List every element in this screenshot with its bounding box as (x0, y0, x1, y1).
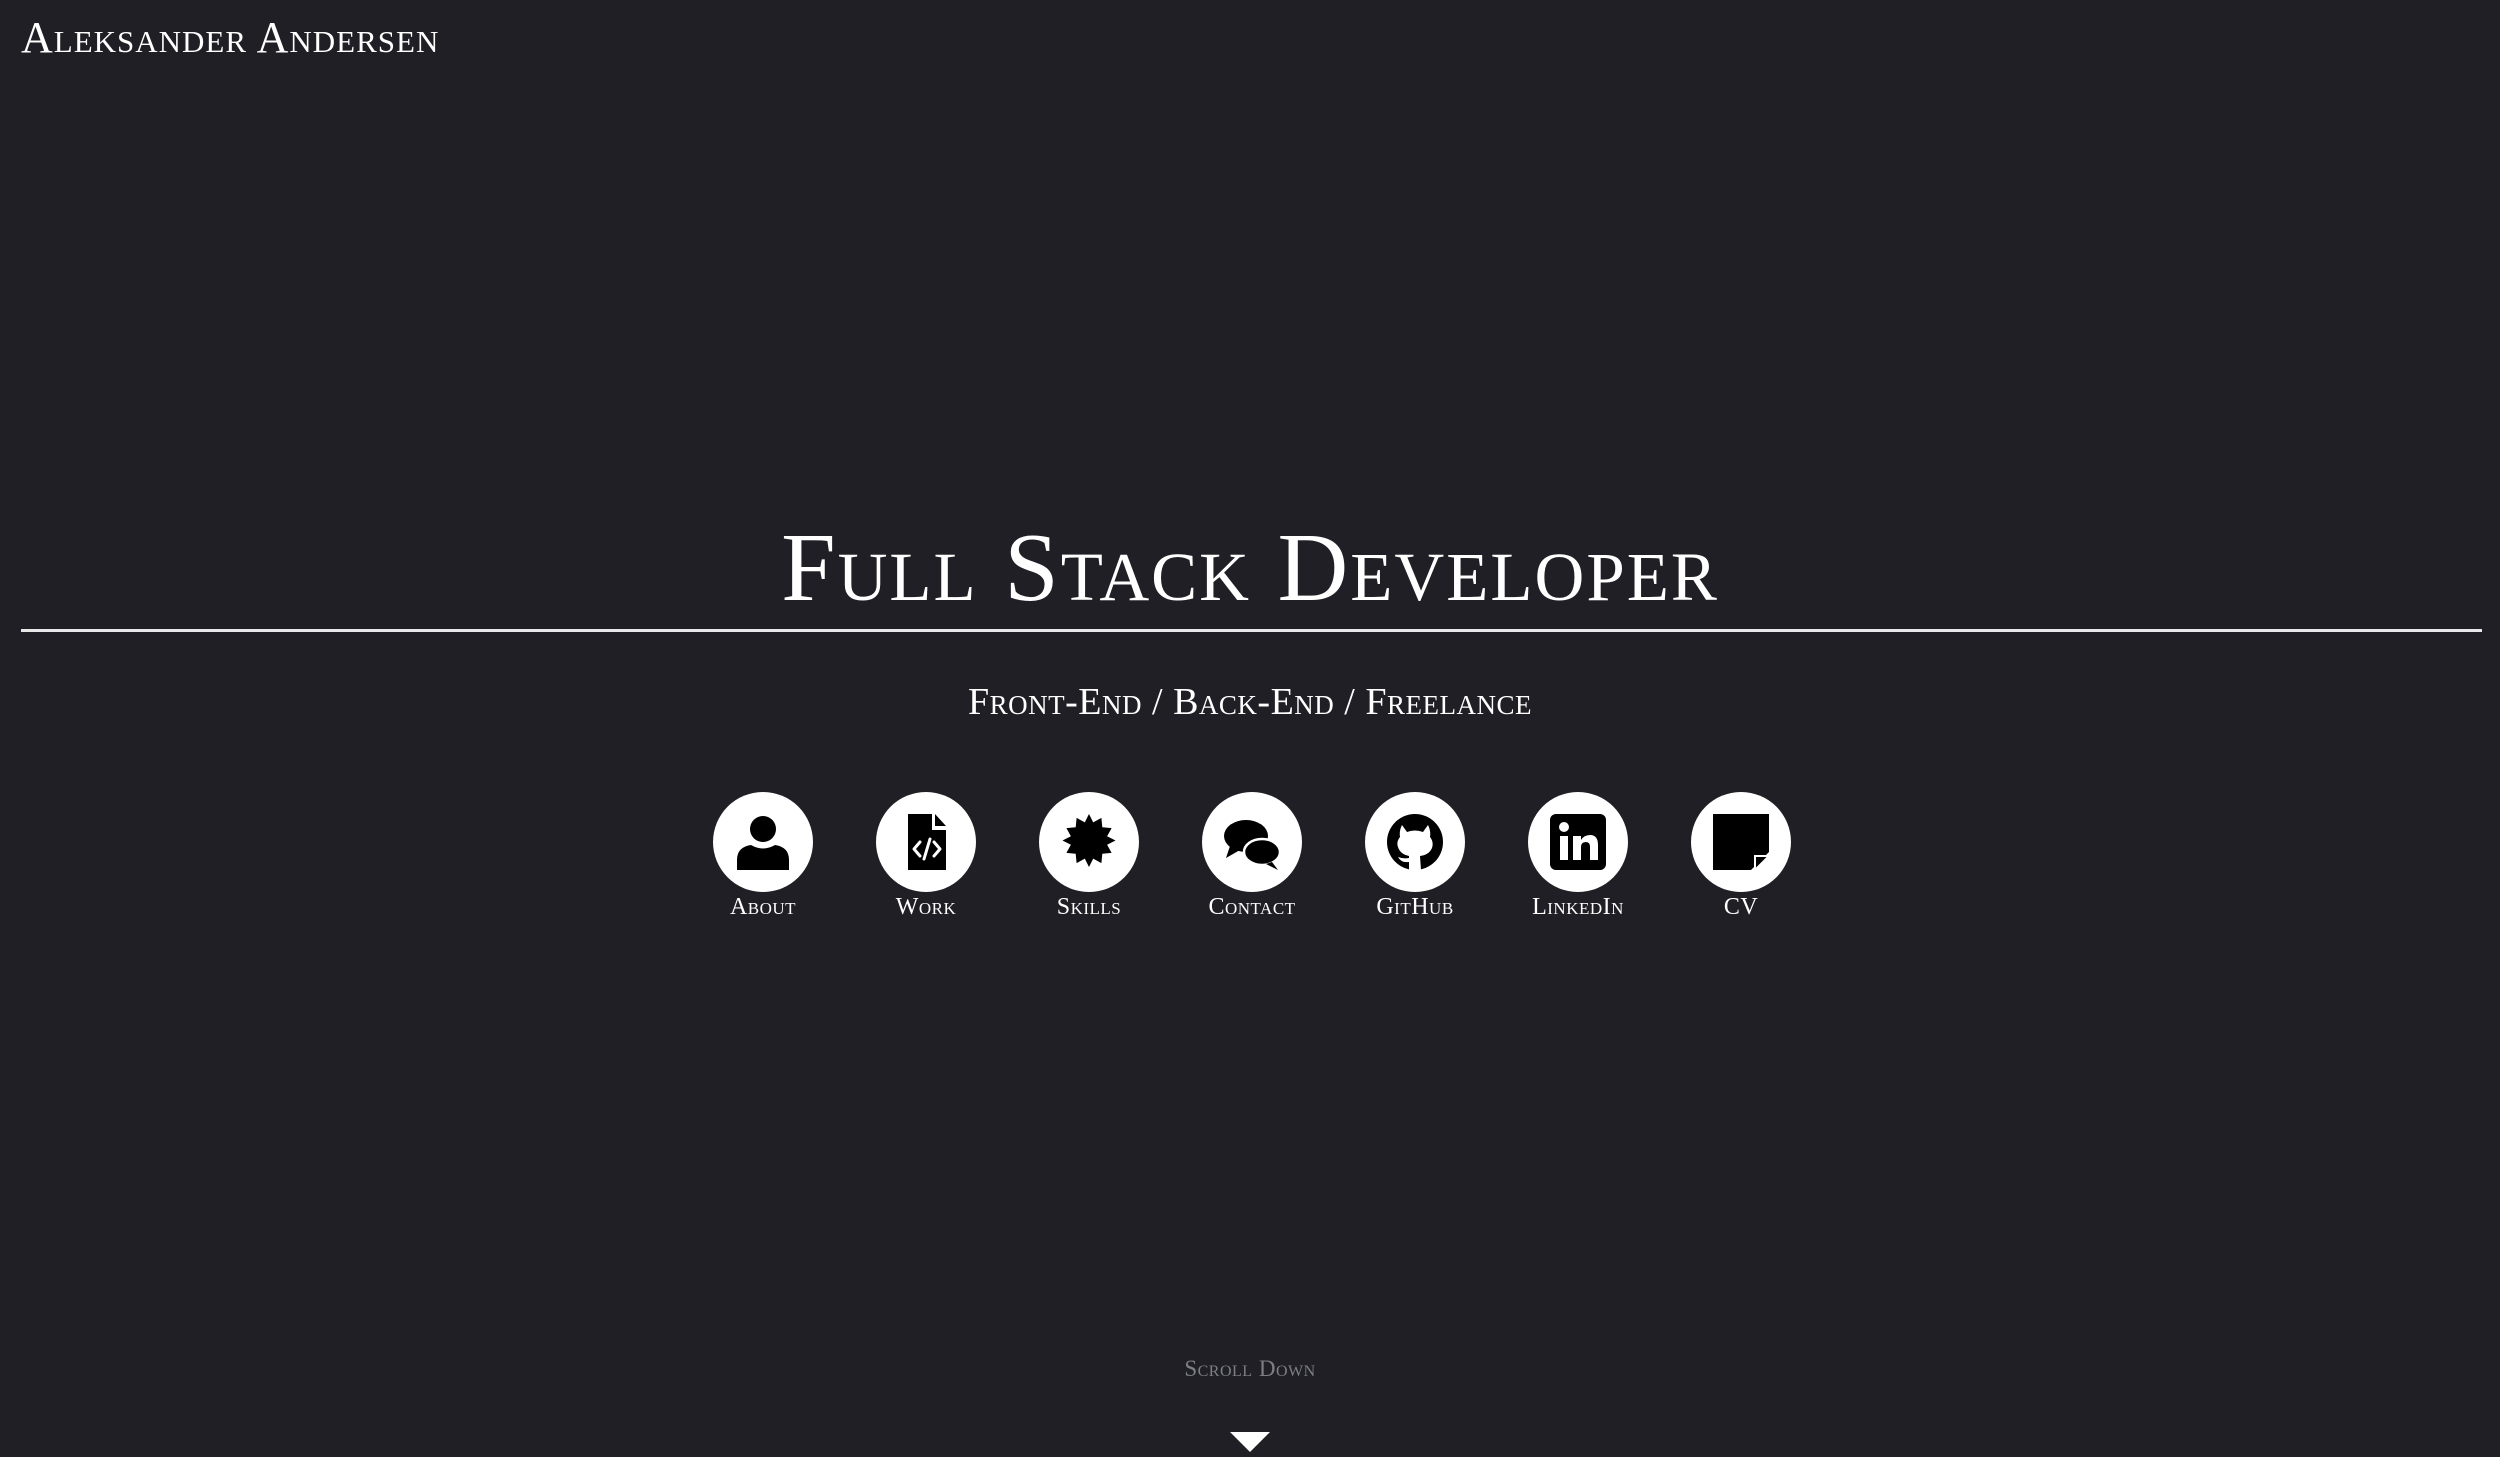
user-icon (713, 792, 813, 892)
icon-nav: About Work Skills Contact GitHub LinkedI… (0, 792, 2500, 922)
nav-item-contact[interactable]: Contact (1172, 792, 1332, 921)
nav-label-linkedin: LinkedIn (1532, 894, 1624, 920)
comments-icon (1202, 792, 1302, 892)
nav-item-skills[interactable]: Skills (1009, 792, 1169, 921)
landing-page: Aleksander Andersen Full Stack Developer… (0, 0, 2500, 1457)
nav-label-contact: Contact (1208, 894, 1296, 920)
nav-item-work[interactable]: Work (846, 792, 1006, 921)
nav-label-about: About (729, 894, 797, 920)
nav-label-work: Work (895, 894, 957, 920)
nav-item-linkedin[interactable]: LinkedIn (1498, 792, 1658, 921)
nav-label-github: GitHub (1376, 894, 1454, 920)
chevron-down-icon[interactable] (1230, 1432, 1270, 1456)
nav-label-cv: CV (1723, 894, 1759, 920)
brand-name[interactable]: Aleksander Andersen (21, 12, 439, 63)
nav-label-skills: Skills (1056, 894, 1122, 920)
certificate-icon (1039, 792, 1139, 892)
file-code-icon (876, 792, 976, 892)
nav-item-about[interactable]: About (683, 792, 843, 921)
page-subtitle: Front-End / Back-End / Freelance (968, 681, 1532, 723)
title-divider (21, 629, 2482, 632)
page-title: Full Stack Developer (781, 514, 1719, 622)
github-icon (1365, 792, 1465, 892)
scroll-down-label: Scroll Down (1184, 1356, 1316, 1381)
nav-item-github[interactable]: GitHub (1335, 792, 1495, 921)
linkedin-icon (1528, 792, 1628, 892)
nav-item-cv[interactable]: CV (1661, 792, 1821, 921)
sticky-note-icon (1691, 792, 1791, 892)
